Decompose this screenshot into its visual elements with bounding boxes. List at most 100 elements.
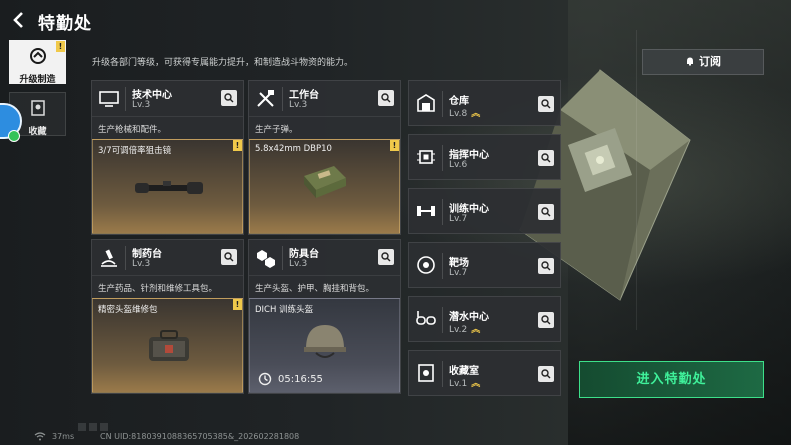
building-row-shooting-range[interactable]: 靶场 Lv.7	[408, 242, 561, 288]
search-icon	[381, 252, 391, 262]
level-text: Lv.2	[449, 325, 468, 335]
building-row-command-center[interactable]: 指挥中心 Lv.6	[408, 134, 561, 180]
building-row-training-center[interactable]: 训练中心 Lv.7	[408, 188, 561, 234]
building-description: 生产药品、针剂和维修工具包。	[98, 284, 218, 294]
building-level: Lv.3	[289, 259, 308, 269]
scope-item-icon	[135, 181, 203, 194]
production-slot[interactable]: DICH 训练头盔 05:16:55	[249, 298, 400, 393]
divider	[442, 91, 443, 117]
repair-kit-bag-icon	[149, 330, 189, 361]
back-arrow-icon	[13, 12, 23, 28]
search-icon	[541, 369, 551, 379]
page-subtitle: 升级各部门等级，可获得专属能力提升，和制造战斗物资的能力。	[92, 58, 354, 68]
building-card-tech-center[interactable]: 技术中心 Lv.3 生产枪械和配件。 3/7可调倍率狙击镜 !	[91, 80, 244, 235]
divider	[282, 246, 283, 270]
production-slot[interactable]: 3/7可调倍率狙击镜 !	[92, 139, 243, 234]
card-header: 防具台 Lv.3	[249, 240, 400, 276]
search-button[interactable]	[221, 90, 237, 106]
helmet-item-icon	[304, 325, 346, 358]
search-button[interactable]	[538, 312, 554, 328]
collection-icon	[30, 100, 45, 116]
divider	[442, 145, 443, 171]
tab-label: 升级制造	[19, 75, 56, 85]
search-icon	[381, 93, 391, 103]
search-button[interactable]	[538, 204, 554, 220]
search-icon	[224, 252, 234, 262]
upgrade-available-icon: ︽	[471, 109, 481, 119]
tools-icon	[257, 90, 274, 107]
search-icon	[541, 261, 551, 271]
divider	[442, 307, 443, 333]
building-row-diving-center[interactable]: 潜水中心 Lv.2 ︽	[408, 296, 561, 342]
divider	[282, 87, 283, 111]
diving-mask-icon	[416, 311, 436, 325]
production-timer: 05:16:55	[278, 374, 323, 385]
building-name: 指挥中心	[449, 150, 489, 161]
search-button[interactable]	[538, 150, 554, 166]
target-icon	[417, 256, 435, 274]
building-card-armor-bench[interactable]: 防具台 Lv.3 生产头盔、护甲、胸挂和背包。 DICH 训练头盔 05:16:…	[248, 239, 401, 394]
bell-icon	[687, 57, 693, 66]
divider	[442, 253, 443, 279]
warehouse-icon	[417, 94, 435, 112]
subscribe-button[interactable]: 订阅	[642, 49, 764, 75]
building-name: 技术中心	[132, 90, 172, 101]
product-name: 3/7可调倍率狙击镜	[98, 146, 172, 156]
search-button[interactable]	[538, 96, 554, 112]
building-description: 生产头盔、护甲、胸挂和背包。	[255, 284, 375, 294]
production-slot[interactable]: 精密头盔维修包 !	[92, 298, 243, 393]
armor-parts-icon	[257, 250, 275, 268]
divider	[442, 199, 443, 225]
building-name: 收藏室	[449, 366, 479, 377]
wifi-icon	[34, 432, 46, 441]
microscope-icon	[101, 249, 117, 267]
search-button[interactable]	[221, 249, 237, 265]
upgrade-icon	[29, 48, 46, 64]
search-button[interactable]	[538, 258, 554, 274]
building-level: Lv.2 ︽	[449, 322, 480, 335]
page-title: 特勤处	[38, 14, 92, 34]
production-slot[interactable]: 5.8x42mm DBP10 !	[249, 139, 400, 234]
building-row-collection-room[interactable]: 收藏室 Lv.1 ︽	[408, 350, 561, 396]
building-row-warehouse[interactable]: 仓库 Lv.8 ︽	[408, 80, 561, 126]
building-description: 生产子弹。	[255, 125, 298, 135]
subscribe-label: 订阅	[699, 55, 721, 68]
building-name: 靶场	[449, 258, 469, 269]
building-level: Lv.6	[449, 160, 468, 170]
search-button[interactable]	[378, 249, 394, 265]
building-level: Lv.7	[449, 268, 468, 278]
building-level: Lv.7	[449, 214, 468, 224]
building-description: 生产枪械和配件。	[98, 125, 167, 135]
search-icon	[224, 93, 234, 103]
level-text: Lv.1	[449, 379, 468, 389]
search-icon	[541, 153, 551, 163]
level-text: Lv.8	[449, 109, 468, 119]
building-level: Lv.8 ︽	[449, 106, 480, 119]
timer-icon	[258, 372, 272, 386]
online-status-dot	[8, 130, 20, 142]
scene-frame	[636, 30, 776, 330]
building-name: 工作台	[289, 90, 319, 101]
card-header: 制药台 Lv.3	[92, 240, 243, 276]
monitor-icon	[99, 91, 119, 107]
ping-readout: 37ms	[52, 432, 75, 441]
building-name: 制药台	[132, 249, 162, 260]
building-name: 训练中心	[449, 204, 489, 215]
building-card-workbench[interactable]: 工作台 Lv.3 生产子弹。 5.8x42mm DBP10 !	[248, 80, 401, 235]
tab-upgrade-manufacture[interactable]: 升级制造 !	[9, 40, 66, 85]
chip-icon	[417, 150, 435, 164]
building-name: 潜水中心	[449, 312, 489, 323]
product-alert-badge: !	[390, 140, 399, 151]
user-id: CN UID:8180391088365705385&_202602281808	[100, 432, 300, 441]
divider	[125, 246, 126, 270]
building-card-pharmacy[interactable]: 制药台 Lv.3 生产药品、针剂和维修工具包。 精密头盔维修包 !	[91, 239, 244, 394]
status-bar: 37ms CN UID:8180391088365705385&_2026022…	[0, 428, 791, 445]
back-button[interactable]	[8, 9, 30, 31]
search-icon	[541, 207, 551, 217]
enter-special-ops-button[interactable]: 进入特勤处	[579, 361, 764, 398]
search-button[interactable]	[538, 366, 554, 382]
building-level: Lv.3	[289, 100, 308, 110]
search-icon	[541, 315, 551, 325]
building-level: Lv.1 ︽	[449, 376, 480, 389]
search-button[interactable]	[378, 90, 394, 106]
